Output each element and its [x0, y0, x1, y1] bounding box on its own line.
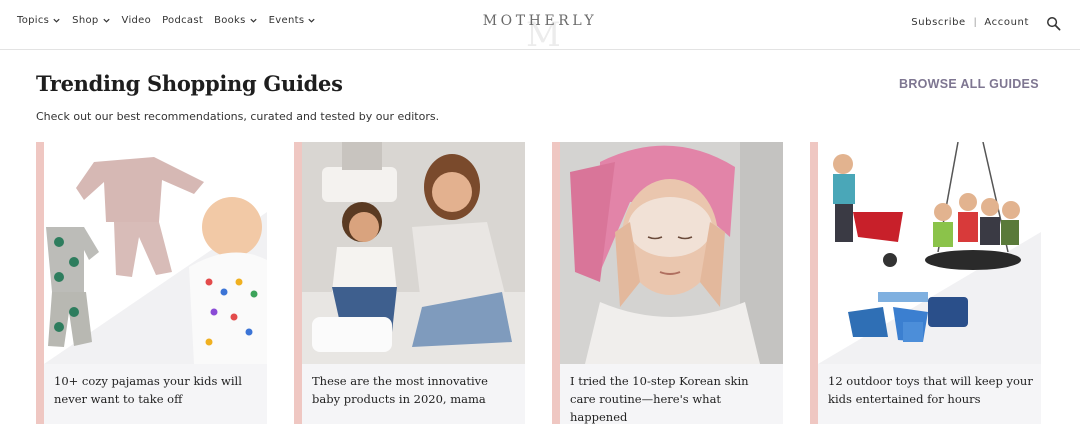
guide-card-skin-care[interactable]: I tried the 10-step Korean skin care rou…	[552, 142, 783, 424]
logo-text: MOTHERLY	[482, 13, 598, 29]
account-link[interactable]: Account	[984, 17, 1029, 28]
search-icon[interactable]	[1046, 16, 1061, 31]
subscribe-link[interactable]: Subscribe	[911, 17, 966, 28]
card-accent-bar	[810, 142, 818, 424]
section-subtitle: Check out our best recommendations, cura…	[36, 110, 440, 123]
card-accent-bar	[294, 142, 302, 424]
guide-card-outdoor-toys[interactable]: 12 outdoor toys that will keep your kids…	[810, 142, 1041, 424]
card-caption[interactable]: I tried the 10-step Korean skin care rou…	[570, 372, 775, 426]
guide-card-baby-products[interactable]: These are the most innovative baby produ…	[294, 142, 525, 424]
card-image-outdoor-toys[interactable]	[818, 142, 1041, 364]
site-header: Topics Shop Video Podcast Books Events M…	[0, 0, 1080, 52]
card-accent-bar	[552, 142, 560, 424]
browse-all-guides-link[interactable]: BROWSE ALL GUIDES	[899, 77, 1039, 91]
account-links: Subscribe | Account	[911, 17, 1029, 28]
card-caption[interactable]: These are the most innovative baby produ…	[312, 372, 517, 408]
card-image-skin-care[interactable]	[560, 142, 783, 364]
card-accent-bar	[36, 142, 44, 424]
card-caption[interactable]: 10+ cozy pajamas your kids will never wa…	[54, 372, 259, 408]
card-image-baby-products[interactable]	[302, 142, 525, 364]
card-image-pajamas[interactable]	[44, 142, 267, 364]
guide-card-pajamas[interactable]: 10+ cozy pajamas your kids will never wa…	[36, 142, 267, 424]
link-separator: |	[973, 17, 977, 28]
card-caption[interactable]: 12 outdoor toys that will keep your kids…	[828, 372, 1033, 408]
section-title: Trending Shopping Guides	[36, 71, 343, 96]
